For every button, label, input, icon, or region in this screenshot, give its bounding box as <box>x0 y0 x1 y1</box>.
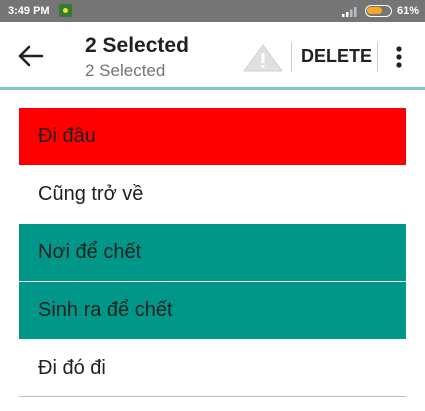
status-bar: 3:49 PM 61% <box>0 0 425 22</box>
item-list: Đi đâu Cũng trở về Nơi để chết Sinh ra đ… <box>19 108 406 398</box>
page-title: 2 Selected <box>85 34 189 57</box>
delete-button[interactable]: DELETE <box>301 46 372 67</box>
list-item[interactable]: Sinh ra để chết <box>19 282 406 339</box>
list-item[interactable]: Đi đó đi <box>19 340 406 397</box>
action-bar-divider <box>0 87 425 90</box>
list-item-label: Đi đâu <box>38 125 96 147</box>
page-subtitle: 2 Selected <box>85 61 166 80</box>
list-item-label: Sinh ra để chết <box>38 299 173 321</box>
list-item[interactable]: Đi đâu <box>19 108 406 165</box>
battery-icon <box>365 5 392 17</box>
toolbar-divider <box>377 42 378 72</box>
list-divider <box>19 396 406 397</box>
list-item-label: Đi đó đi <box>38 357 106 379</box>
list-item-label: Nơi để chết <box>38 241 142 263</box>
battery-percent: 61% <box>397 5 420 17</box>
more-vert-icon[interactable] <box>388 42 410 72</box>
status-time: 3:49 PM <box>8 5 50 17</box>
list-item[interactable]: Cũng trở về <box>19 166 406 223</box>
warning-icon[interactable] <box>241 43 285 73</box>
battery-fill <box>367 7 382 14</box>
back-arrow-icon[interactable] <box>14 41 48 71</box>
toolbar-divider <box>291 42 292 72</box>
action-bar: 2 Selected 2 Selected DELETE <box>0 22 425 88</box>
signal-icon <box>342 7 357 17</box>
notification-icon <box>59 4 72 17</box>
list-item-label: Cũng trở về <box>38 183 144 205</box>
list-item[interactable]: Nơi để chết <box>19 224 406 281</box>
